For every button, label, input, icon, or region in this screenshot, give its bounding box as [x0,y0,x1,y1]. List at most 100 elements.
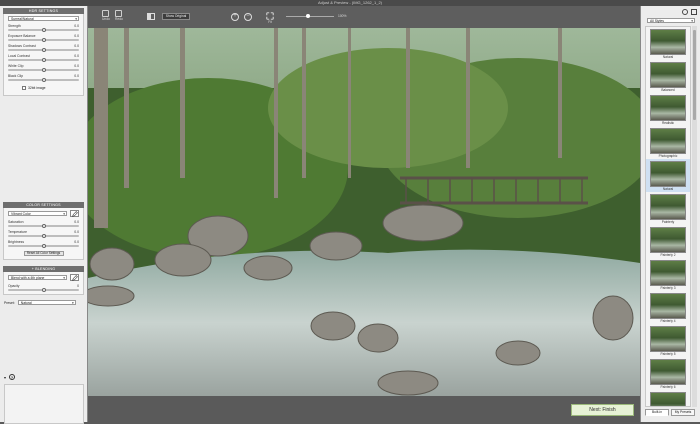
undo-button[interactable]: Undo [102,10,110,21]
style-thumbnail[interactable]: Painterly [646,192,690,225]
fit-icon [266,12,274,20]
edit-color-button[interactable] [70,210,79,217]
slider-label: Black Clip [8,74,24,78]
fit-button[interactable]: Fit [266,12,274,24]
zoom-out-icon[interactable]: − [244,13,252,21]
style-thumbnail[interactable]: Painterly 2 [646,225,690,258]
style-preview-image [650,359,686,385]
slider-thumb[interactable] [41,223,46,228]
32bit-label: 32bit image [28,86,46,90]
fit-label: Fit [268,20,272,24]
slider-track[interactable] [8,233,79,238]
slider-thumb[interactable] [41,243,46,248]
slider-label: Temperature [8,230,28,234]
edit-blend-button[interactable] [70,274,79,281]
zoom-readout: 100% [338,13,347,18]
style-preview-image [650,194,686,220]
style-preview-image [650,128,686,154]
blend-mode-select[interactable]: Blend with a 4th plane [8,275,67,280]
preset-select[interactable]: Natural [17,300,76,305]
styles-scrollbar[interactable] [692,26,697,407]
style-thumbnail[interactable]: Painterly 3 [646,258,690,291]
style-thumbnail[interactable]: Painterly 6 [646,357,690,390]
slider-thumb[interactable] [41,27,46,32]
style-thumbnail[interactable]: Vibrant [646,390,690,406]
style-thumbnail[interactable]: Painterly 4 [646,291,690,324]
color-mode-select[interactable]: Vibrant Color [8,211,67,216]
slider-track[interactable] [8,37,79,42]
style-preview-image [650,62,686,88]
slider-row: Brightness 0.0 [8,240,79,248]
slider-track[interactable] [8,57,79,62]
style-thumbnail[interactable]: Natural [646,27,690,60]
32bit-checkbox[interactable] [22,86,26,90]
style-preview-image [650,392,686,406]
styles-list[interactable]: Natural Balanced Realistic Photographic Natu… [645,26,691,407]
style-preview-image [650,326,686,352]
slider-value: 0.0 [74,24,79,28]
next-finish-button[interactable]: Next: Finish [571,404,634,416]
style-preview-image [650,260,686,286]
slider-row: Shadows Contrast 0.0 [8,44,79,52]
settings-icon[interactable] [691,9,697,15]
slider-label: Brightness [8,240,25,244]
slider-track[interactable] [8,223,79,228]
slider-track[interactable] [8,67,79,72]
top-toolbar: Undo Redo Show Original + − Fit 100% [88,6,640,28]
style-thumbnail[interactable]: Natural [646,159,690,192]
slider-track[interactable] [8,27,79,32]
slider-thumb[interactable] [41,77,46,82]
slider-track[interactable] [8,287,79,292]
collapse-icon[interactable]: ▾ [4,375,6,380]
redo-label: Redo [115,17,123,21]
zoom-in-icon[interactable]: + [231,13,239,21]
slider-track[interactable] [8,77,79,82]
slider-value: 0.0 [74,220,79,224]
32bit-checkbox-row[interactable]: 32bit image [22,86,79,90]
style-thumbnail[interactable]: Painterly 5 [646,324,690,357]
help-row: ▾ ? [4,374,16,380]
style-thumbnail[interactable]: Realistic [646,93,690,126]
hdr-mode-select[interactable]: Surreal/Natural [8,16,79,21]
slider-thumb[interactable] [41,67,46,72]
slider-thumb[interactable] [41,47,46,52]
tab-built-in[interactable]: Built-in [645,409,669,416]
preview-image [68,28,658,396]
slider-row: White Clip 0.0 [8,64,79,72]
help-icon[interactable]: ? [9,374,16,380]
zoom-slider-thumb[interactable] [305,14,310,18]
slider-value: 0.0 [74,64,79,68]
preview-canvas[interactable] [68,28,658,396]
slider-track[interactable] [8,47,79,52]
preset-row: Preset: Natural [4,300,83,305]
slider-label: Exposure Balance [8,34,36,38]
redo-button[interactable]: Redo [115,10,123,21]
style-preview-image [650,29,686,55]
tab-my-presets[interactable]: My Presets [671,409,695,416]
compare-icon[interactable] [147,13,155,20]
style-thumbnail[interactable]: Photographic [646,126,690,159]
slider-value: 0.0 [74,54,79,58]
style-preview-image [650,227,686,253]
slider-thumb[interactable] [41,233,46,238]
slider-thumb[interactable] [41,37,46,42]
styles-filter-select[interactable]: All Styles [647,18,695,23]
slider-thumb[interactable] [41,57,46,62]
scrollbar-thumb[interactable] [693,30,696,120]
slider-label: Local Contrast [8,54,30,58]
style-preview-image [650,161,686,187]
slider-row: Strength 0.0 [8,24,79,32]
undo-label: Undo [102,17,110,21]
zoom-slider[interactable] [286,14,334,18]
search-icon[interactable] [682,9,688,15]
slider-value: 0.0 [74,230,79,234]
style-thumbnail[interactable]: Balanced [646,60,690,93]
reset-color-button[interactable]: Reset All Color Settings [23,251,64,256]
slider-track[interactable] [8,243,79,248]
show-original-button[interactable]: Show Original [162,13,190,20]
slider-row: Exposure Balance 0.0 [8,34,79,42]
slider-label: White Clip [8,64,24,68]
slider-thumb[interactable] [41,287,46,292]
